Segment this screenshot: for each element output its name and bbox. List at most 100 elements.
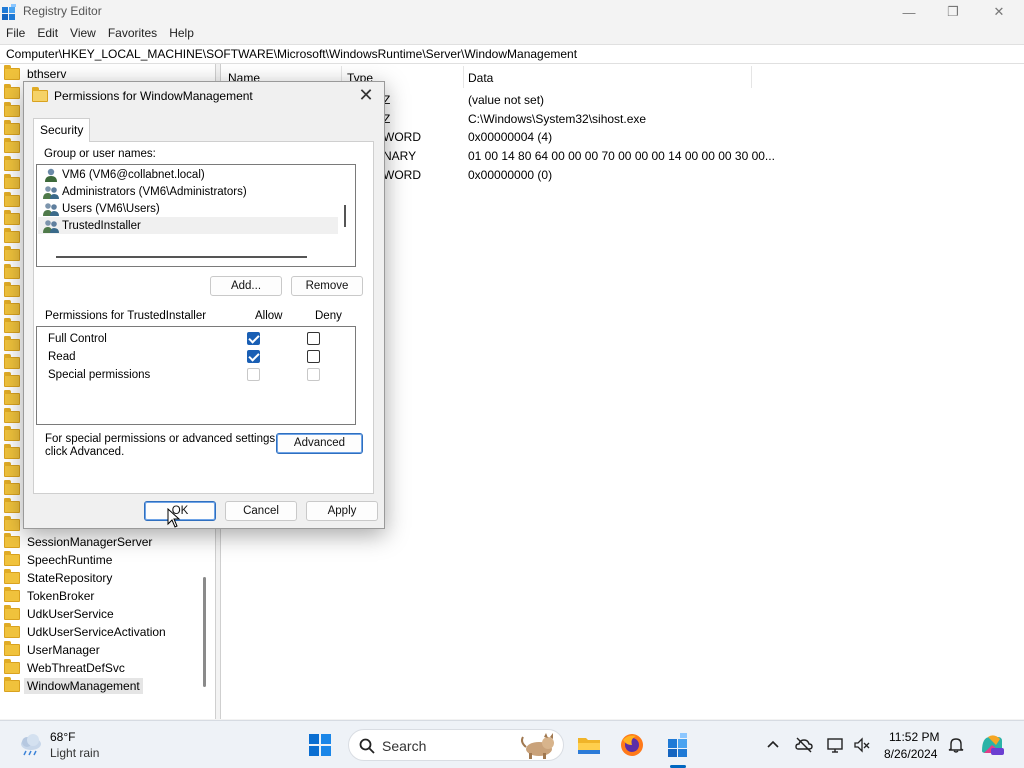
tree-item-selected[interactable]: WindowManagement [4,677,143,695]
user-list-vertical-scrollbar[interactable] [344,205,346,227]
folder-icon [4,138,22,153]
user-row[interactable]: VM6 (VM6@collabnet.local) [38,166,338,183]
search-icon [359,738,375,754]
tree-item[interactable]: SessionManagerServer [4,533,152,551]
column-header-data[interactable]: Data [468,70,493,88]
tree-item[interactable]: StateRepository [4,569,112,587]
cancel-button[interactable]: Cancel [225,501,297,521]
taskbar-search-box[interactable]: Search [348,729,564,761]
advanced-button[interactable]: Advanced [276,433,363,454]
add-button[interactable]: Add... [210,276,282,296]
title-bar: Registry Editor — ❐ ✕ [0,0,1024,24]
user-name: Users (VM6\Users) [62,202,160,215]
user-row-selected[interactable]: TrustedInstaller [38,217,338,234]
user-row[interactable]: Administrators (VM6\Administrators) [38,183,338,200]
user-list[interactable]: VM6 (VM6@collabnet.local) Administrators… [36,164,356,267]
apply-button[interactable]: Apply [306,501,378,521]
folder-icon [4,587,20,602]
folder-icon [4,659,20,674]
taskbar: 68°F Light rain Search 11:52 PM 8/26/202… [0,720,1024,768]
permission-name: Special permissions [48,369,151,381]
network-icon[interactable] [826,736,844,754]
column-divider[interactable] [751,66,752,88]
start-windows-icon[interactable] [306,731,334,759]
close-icon: ✕ [358,85,374,105]
value-type: NARY [383,149,417,163]
deny-column-label: Deny [315,310,342,322]
maximize-button[interactable]: ❐ [930,0,976,24]
folder-icon [4,84,22,99]
advanced-note: click Advanced. [45,446,125,458]
user-row[interactable]: Users (VM6\Users) [38,200,338,217]
tree-vertical-scrollbar[interactable] [203,577,206,687]
copilot-icon[interactable] [978,731,1006,759]
rain-cloud-icon[interactable] [18,733,44,757]
firefox-icon[interactable] [618,731,646,759]
tree-item[interactable]: TokenBroker [4,587,94,605]
notification-bell-icon[interactable] [947,736,965,754]
tree-item-label: UdkUserServiceActivation [27,625,166,639]
tree-item-label: WebThreatDefSvc [27,661,125,675]
tree-item[interactable]: UserManager [4,641,100,659]
search-placeholder: Search [382,738,427,754]
tree-item[interactable]: UdkUserServiceActivation [4,623,166,641]
full-control-deny-checkbox[interactable] [307,332,320,345]
tab-security[interactable]: Security [33,118,91,142]
tree-item[interactable]: UdkUserService [4,605,114,623]
value-data[interactable]: 0x00000000 (0) [468,166,552,184]
address-bar[interactable]: Computer\HKEY_LOCAL_MACHINE\SOFTWARE\Mic… [0,44,1024,64]
tree-item-label: StateRepository [27,571,113,585]
folder-icon [4,156,22,171]
value-data[interactable]: (value not set) [468,91,544,109]
user-name: VM6 (VM6@collabnet.local) [62,168,205,181]
registry-editor-taskbar-icon[interactable] [664,731,692,759]
folder-icon [4,372,22,387]
folder-icon [4,444,22,459]
user-group-icon [43,219,59,233]
remove-button[interactable]: Remove [291,276,363,296]
value-data[interactable]: 0x00000004 (4) [468,128,552,146]
folder-icon [4,641,20,656]
folder-icon [4,246,22,261]
dialog-title: Permissions for WindowManagement [54,89,253,103]
tree-item[interactable]: WebThreatDefSvc [4,659,125,677]
value-type: WORD [383,130,421,144]
full-control-allow-checkbox[interactable] [247,332,260,345]
dialog-close-button[interactable]: ✕ [356,85,376,105]
folder-icon [4,677,20,692]
permissions-dialog: Permissions for WindowManagement ✕ Secur… [23,81,385,529]
value-data[interactable]: C:\Windows\System32\sihost.exe [468,110,646,128]
menu-view[interactable]: View [64,24,102,44]
read-allow-checkbox[interactable] [247,350,260,363]
clock-time[interactable]: 11:52 PM [889,730,939,744]
clock-date[interactable]: 8/26/2024 [884,747,937,761]
menu-help[interactable]: Help [163,24,200,44]
folder-icon [4,65,20,80]
close-icon: ✕ [993,4,1005,19]
folder-icon [4,623,20,638]
folder-icon [4,426,22,441]
menu-edit[interactable]: Edit [31,24,64,44]
read-deny-checkbox[interactable] [307,350,320,363]
group-user-label: Group or user names: [44,148,156,160]
volume-muted-icon[interactable] [853,736,871,754]
tree-item[interactable]: SpeechRuntime [4,551,112,569]
file-explorer-icon[interactable] [575,731,603,759]
weather-temperature[interactable]: 68°F [50,730,75,744]
value-data[interactable]: 01 00 14 80 64 00 00 00 70 00 00 00 14 0… [468,147,775,165]
weather-description[interactable]: Light rain [50,746,99,760]
chevron-up-icon[interactable] [764,736,782,754]
user-name: Administrators (VM6\Administrators) [62,185,247,198]
folder-icon [4,408,22,423]
onedrive-offline-icon[interactable] [795,736,813,754]
close-button[interactable]: ✕ [976,0,1022,24]
column-divider[interactable] [463,66,464,88]
folder-icon [4,300,22,315]
special-allow-checkbox [247,368,260,381]
user-list-horizontal-scrollbar[interactable] [56,256,307,258]
menu-favorites[interactable]: Favorites [102,24,163,44]
minimize-button[interactable]: — [886,0,932,24]
tree-item-label: UdkUserService [27,607,114,621]
folder-icon [4,605,20,620]
menu-file[interactable]: File [0,24,31,44]
